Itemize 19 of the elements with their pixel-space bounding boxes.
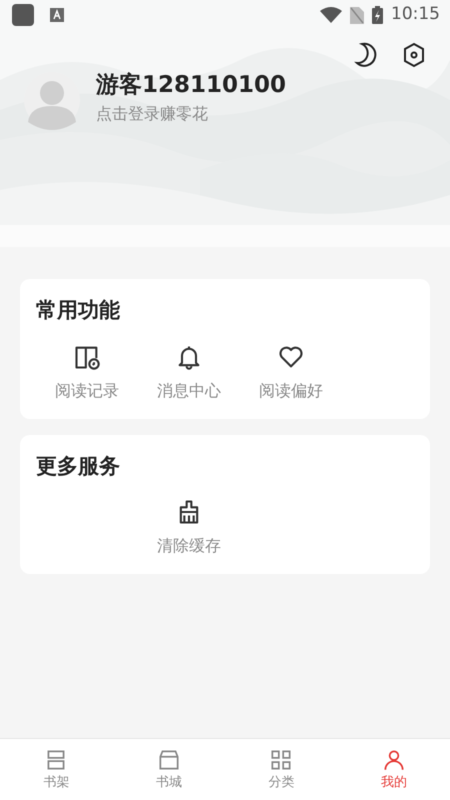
nav-tab[interactable]: 书城 — [112, 739, 225, 800]
settings-icon[interactable] — [402, 42, 426, 68]
user-name: 游客128110100 — [96, 70, 286, 100]
battery-icon — [372, 6, 383, 24]
wifi-icon — [320, 7, 342, 23]
feature-label[interactable]: 消息中心 — [157, 378, 221, 402]
feature-label[interactable]: 阅读偏好 — [259, 378, 323, 402]
feature-label[interactable]: 清除缓存 — [157, 534, 221, 558]
app-icon — [12, 4, 34, 26]
nav-tab[interactable]: 书架 — [0, 739, 112, 800]
section-title: 更多服务 — [36, 452, 121, 480]
nav-tab[interactable]: 分类 — [225, 739, 338, 800]
feature-label[interactable]: 阅读记录 — [55, 378, 119, 402]
status-time: 10:15 — [391, 3, 440, 26]
section-title: 常用功能 — [36, 297, 121, 324]
moon-icon[interactable] — [354, 42, 378, 68]
login-prompt-link[interactable]: 点击登录赚零花 — [96, 102, 286, 126]
nav-tab[interactable]: 我的 — [338, 739, 450, 800]
keyboard-icon — [50, 8, 64, 22]
